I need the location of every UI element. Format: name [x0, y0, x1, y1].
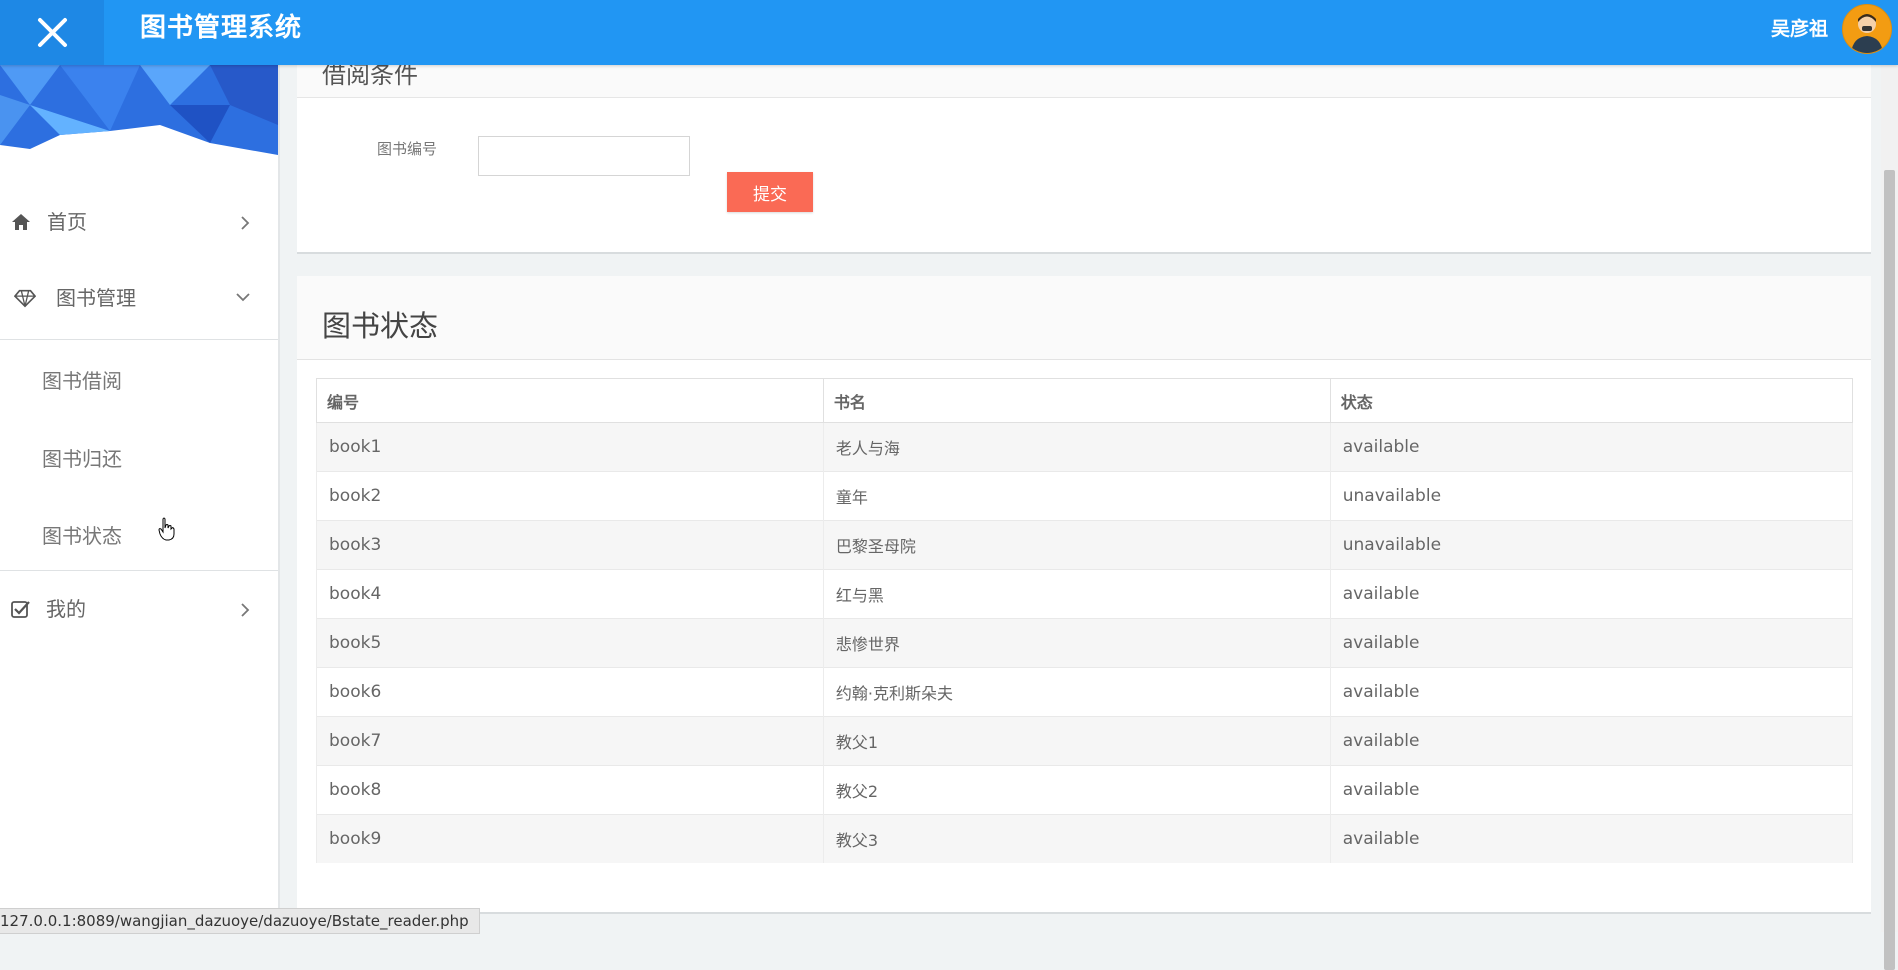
panel-header: 图书状态 [297, 276, 1871, 360]
divider [0, 570, 278, 571]
avatar[interactable] [1842, 4, 1892, 54]
close-icon [38, 18, 67, 47]
column-header-status[interactable]: 状态 [1329, 378, 1854, 423]
hand-cursor-icon [158, 517, 175, 541]
sidebar-item-label: 图书管理 [56, 286, 136, 310]
table-row: book8 教父2 available [316, 765, 1854, 815]
book-status-cell: available [1329, 618, 1854, 668]
home-icon [12, 214, 30, 230]
book-status-cell: unavailable [1329, 471, 1854, 521]
book-status-cell: available [1329, 765, 1854, 815]
book-status-cell: available [1329, 667, 1854, 717]
sidebar-subitem-label: 图书归还 [42, 447, 122, 471]
table-row: book2 童年 unavailable [316, 471, 1854, 521]
book-id-cell: book8 [316, 765, 824, 815]
divider [0, 339, 278, 340]
chevron-right-icon [241, 216, 250, 230]
close-button[interactable] [0, 0, 104, 65]
table-row: book6 约翰·克利斯朵夫 available [316, 667, 1854, 717]
book-id-cell: book6 [316, 667, 824, 717]
book-name-cell: 约翰·克利斯朵夫 [822, 667, 1331, 717]
checkbox-icon [11, 601, 30, 618]
book-status-cell: available [1329, 569, 1854, 619]
book-id-cell: book2 [316, 471, 824, 521]
top-navbar: 图书管理系统 吴彦祖 [0, 0, 1898, 65]
sidebar-subitem-book-borrow[interactable]: 图书借阅 [0, 342, 278, 420]
book-id-cell: book9 [316, 814, 824, 863]
table-header-row: 编号 书名 状态 [316, 378, 1854, 423]
book-status-panel: 图书状态 编号 书名 状态 book1 老人与海 available book2… [297, 276, 1871, 914]
book-id-label: 图书编号 [377, 140, 438, 158]
column-header-name[interactable]: 书名 [822, 378, 1331, 423]
username[interactable]: 吴彦祖 [1771, 0, 1828, 58]
book-id-input[interactable] [478, 136, 690, 176]
book-id-cell: book5 [316, 618, 824, 668]
table-row: book4 红与黑 available [316, 569, 1854, 619]
book-status-table: 编号 书名 状态 book1 老人与海 available book2 童年 u… [316, 378, 1854, 863]
app-title: 图书管理系统 [140, 13, 303, 43]
book-name-cell: 童年 [822, 471, 1331, 521]
book-name-cell: 巴黎圣母院 [822, 520, 1331, 570]
book-id-cell: book1 [316, 422, 824, 472]
book-status-cell: available [1329, 422, 1854, 472]
table-row: book3 巴黎圣母院 unavailable [316, 520, 1854, 570]
book-name-cell: 悲惨世界 [822, 618, 1331, 668]
chevron-right-icon [241, 603, 250, 617]
sidebar-subitem-label: 图书状态 [42, 524, 122, 548]
book-name-cell: 教父2 [822, 765, 1331, 815]
table-row: book7 教父1 available [316, 716, 1854, 766]
book-status-cell: available [1329, 716, 1854, 766]
column-header-id[interactable]: 编号 [316, 378, 824, 423]
book-name-cell: 老人与海 [822, 422, 1331, 472]
book-id-cell: book4 [316, 569, 824, 619]
table-row: book5 悲惨世界 available [316, 618, 1854, 668]
status-bar-url: 127.0.0.1:8089/wangjian_dazuoye/dazuoye/… [0, 908, 480, 934]
book-id-cell: book3 [316, 520, 824, 570]
panel-title: 图书状态 [322, 309, 439, 343]
sidebar-subitem-book-status[interactable]: 图书状态 [0, 497, 278, 575]
book-status-cell: available [1329, 814, 1854, 863]
submit-button[interactable]: 提交 [727, 172, 813, 212]
table-row: book9 教父3 available [316, 814, 1854, 863]
sidebar-item-mine[interactable]: 我的 [0, 577, 278, 641]
table-row: book1 老人与海 available [316, 422, 1854, 472]
diamond-icon [14, 289, 36, 308]
sidebar-item-label: 首页 [47, 210, 87, 234]
sidebar-subitem-book-return[interactable]: 图书归还 [0, 420, 278, 498]
sidebar-item-label: 我的 [46, 597, 86, 621]
sidebar: 首页 图书管理 图书借阅 图书归还 图书状态 我的 [0, 65, 280, 932]
borrow-panel: 借阅条件 图书编号 提交 [297, 50, 1871, 254]
sidebar-banner-image [0, 65, 278, 155]
sidebar-item-home[interactable]: 首页 [0, 190, 278, 254]
book-name-cell: 教父3 [822, 814, 1331, 863]
page-scrollbar[interactable] [1881, 65, 1898, 970]
book-id-cell: book7 [316, 716, 824, 766]
sidebar-subitem-label: 图书借阅 [42, 369, 122, 393]
book-name-cell: 教父1 [822, 716, 1331, 766]
book-status-cell: unavailable [1329, 520, 1854, 570]
chevron-down-icon [236, 293, 250, 302]
scrollbar-thumb[interactable] [1884, 170, 1895, 970]
sidebar-item-book-management[interactable]: 图书管理 [0, 266, 278, 330]
book-name-cell: 红与黑 [822, 569, 1331, 619]
